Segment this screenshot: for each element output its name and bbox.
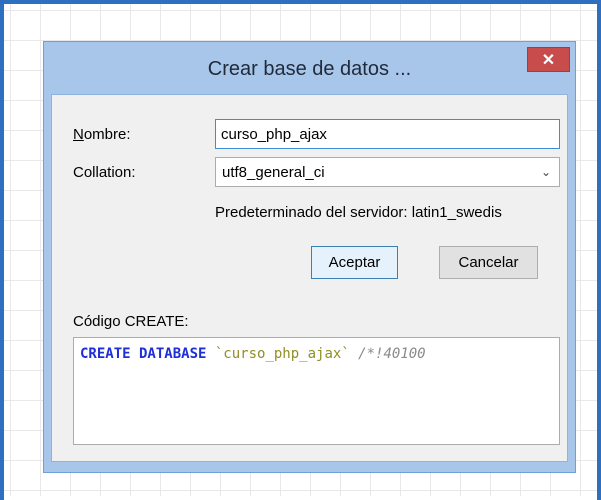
sql-comment: /*!40100	[358, 346, 426, 362]
cancel-button[interactable]: Cancelar	[439, 246, 538, 279]
close-button[interactable]: ✕	[527, 47, 570, 72]
nombre-label-mnemonic: N	[73, 126, 84, 143]
dialog-titlebar[interactable]: Crear base de datos ... ✕	[44, 42, 575, 95]
create-code-label: Código CREATE:	[73, 313, 189, 330]
dialog-title: Crear base de datos ...	[207, 58, 412, 80]
sql-database-name: `curso_php_ajax`	[214, 346, 350, 362]
create-database-dialog: Crear base de datos ... ✕ Nombre: Collat…	[43, 41, 576, 473]
dialog-client-area: Nombre: Collation: utf8_general_ci ⌄ Pre…	[51, 94, 568, 462]
server-default-collation-text: Predeterminado del servidor: latin1_swed…	[215, 204, 502, 221]
nombre-label-text: ombre:	[83, 126, 131, 143]
create-code-textarea[interactable]: CREATE DATABASE `curso_php_ajax` /*!4010…	[73, 337, 560, 445]
collation-selected-value: utf8_general_ci	[222, 164, 325, 181]
nombre-label: Nombre:	[73, 126, 131, 143]
collation-select[interactable]: utf8_general_ci ⌄	[215, 157, 560, 187]
close-icon: ✕	[541, 51, 556, 69]
chevron-down-icon: ⌄	[540, 165, 551, 179]
sql-keyword: CREATE DATABASE	[80, 346, 207, 362]
accept-button[interactable]: Aceptar	[311, 246, 398, 279]
database-name-input[interactable]	[215, 119, 560, 149]
collation-label: Collation:	[73, 164, 136, 181]
